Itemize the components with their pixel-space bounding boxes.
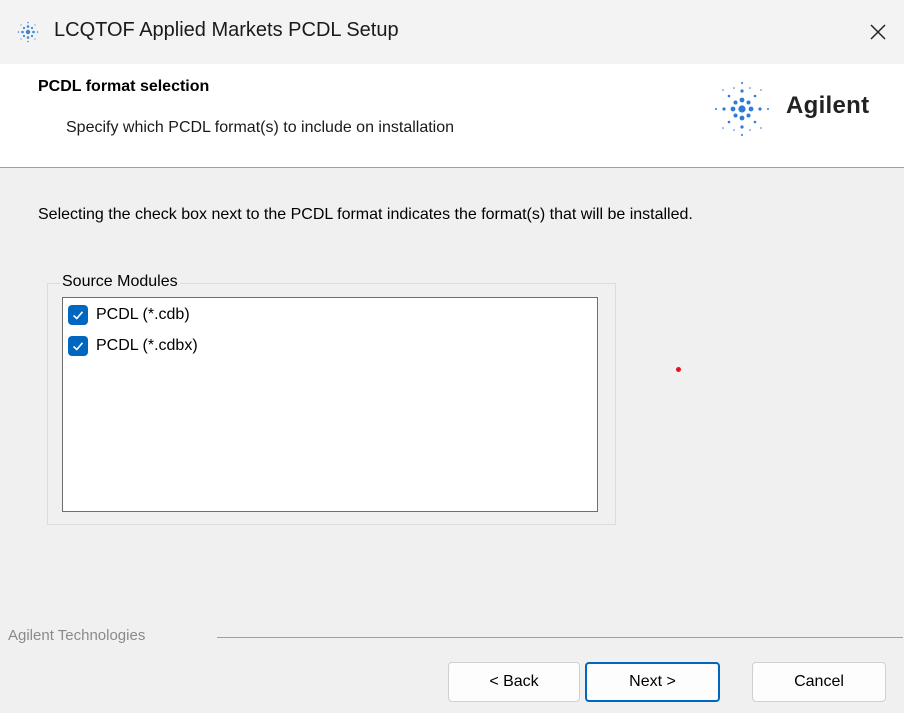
- list-item-label: PCDL (*.cdbx): [96, 337, 198, 354]
- window-title: LCQTOF Applied Markets PCDL Setup: [54, 19, 399, 41]
- header-banner: PCDL format selection Specify which PCDL…: [0, 64, 904, 168]
- checkmark-icon: [72, 311, 84, 320]
- cancel-button[interactable]: Cancel: [752, 662, 886, 702]
- back-button[interactable]: < Back: [448, 662, 580, 702]
- checkmark-icon: [72, 342, 84, 351]
- instruction-text: Selecting the check box next to the PCDL…: [38, 206, 693, 223]
- list-item-label: PCDL (*.cdb): [96, 306, 190, 323]
- agilent-logo: Agilent: [710, 74, 890, 144]
- page-title: PCDL format selection: [38, 78, 210, 95]
- checkbox-cdbx[interactable]: [68, 336, 88, 356]
- source-modules-list[interactable]: PCDL (*.cdb) PCDL (*.cdbx): [62, 297, 598, 512]
- title-bar: LCQTOF Applied Markets PCDL Setup: [0, 0, 904, 64]
- logo-text: Agilent: [786, 92, 870, 119]
- footer-brand: Agilent Technologies: [8, 627, 146, 644]
- agilent-spark-logo-icon: [715, 82, 769, 136]
- list-item-cdb[interactable]: PCDL (*.cdb): [68, 304, 190, 326]
- checkbox-cdb[interactable]: [68, 305, 88, 325]
- list-item-cdbx[interactable]: PCDL (*.cdbx): [68, 335, 198, 357]
- next-button[interactable]: Next >: [585, 662, 720, 702]
- close-button[interactable]: [860, 14, 896, 50]
- footer-divider: [217, 637, 903, 638]
- page-subtitle: Specify which PCDL format(s) to include …: [66, 119, 455, 136]
- close-icon: [870, 24, 886, 40]
- group-label: Source Modules: [60, 273, 180, 291]
- agilent-spark-icon: [17, 21, 39, 43]
- cursor-marker: [676, 367, 681, 372]
